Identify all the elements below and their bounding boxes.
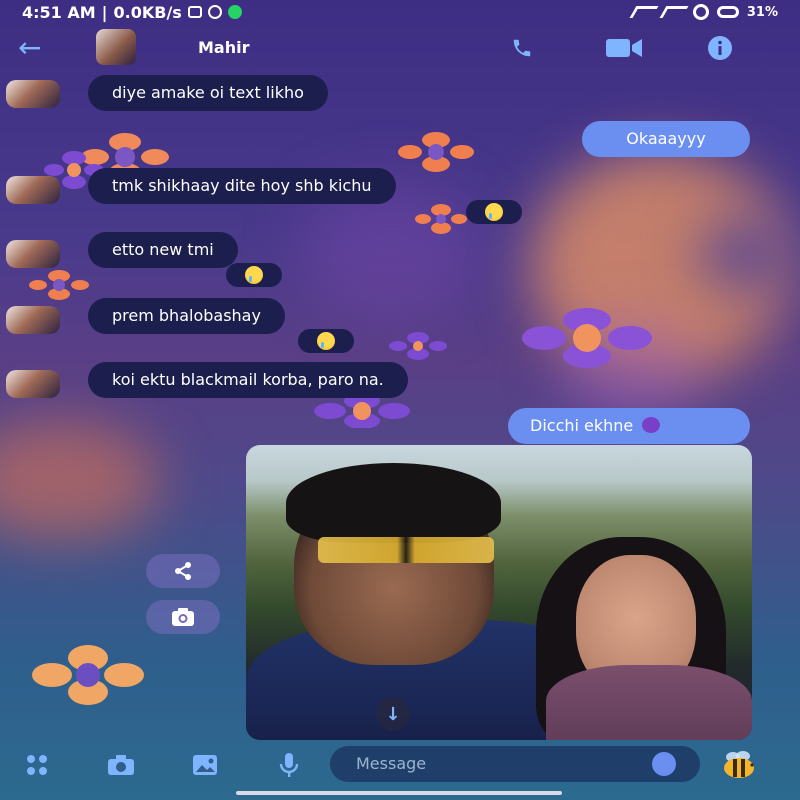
flower-decoration [314, 394, 410, 428]
whatsapp-icon [227, 5, 242, 19]
flower-decoration [415, 204, 467, 234]
wifi-icon [692, 4, 709, 20]
notification-icon [187, 6, 202, 18]
chat-header: ← Mahir [0, 26, 800, 70]
message-composer: Message [0, 744, 800, 784]
contact-name[interactable]: Mahir [198, 38, 249, 57]
sender-avatar[interactable] [6, 80, 60, 108]
flower-decoration [29, 270, 89, 300]
share-icon [175, 562, 191, 580]
sad-tear-emoji-icon [485, 203, 503, 221]
home-indicator[interactable] [236, 791, 562, 795]
battery-percent: 31% [746, 4, 778, 20]
message-bubble-incoming[interactable]: diye amake oi text likho [88, 75, 328, 111]
photo-person-hair [286, 463, 501, 543]
message-text: Dicchi ekhne [530, 416, 634, 435]
network-speed: 0.0KB/s [113, 2, 182, 22]
camera-icon [172, 608, 194, 626]
contact-avatar[interactable] [96, 29, 136, 65]
shared-photo[interactable]: ↓ [246, 445, 752, 740]
message-bubble-outgoing[interactable]: Okaaayyy [582, 121, 750, 157]
back-arrow-icon[interactable]: ← [18, 34, 41, 62]
image-icon[interactable] [188, 748, 222, 782]
menu-dots-icon[interactable] [20, 748, 54, 782]
message-bubble-incoming[interactable]: koi ektu blackmail korba, paro na. [88, 362, 408, 398]
flower-decoration [398, 132, 474, 172]
message-bubble-incoming[interactable]: prem bhalobashay [88, 298, 285, 334]
info-icon[interactable] [704, 32, 736, 64]
signal-icon [629, 6, 659, 18]
sender-avatar[interactable] [6, 370, 60, 398]
sad-tear-emoji-icon [245, 266, 263, 284]
flower-decoration [389, 332, 447, 360]
message-bubble-incoming[interactable]: etto new tmi [88, 232, 238, 268]
message-reaction[interactable] [226, 263, 282, 287]
arrow-down-icon[interactable]: ↓ [376, 697, 410, 731]
flower-decoration [522, 308, 652, 368]
photo-sunglasses [318, 537, 494, 563]
message-reaction[interactable] [298, 329, 354, 353]
smiling-devil-emoji-icon [642, 417, 661, 433]
bee-sticker-icon[interactable] [716, 748, 762, 782]
status-time: 4:51 AM [22, 2, 96, 22]
sender-avatar[interactable] [6, 240, 60, 268]
share-button[interactable] [146, 554, 220, 588]
message-reaction[interactable] [466, 200, 522, 224]
microphone-icon[interactable] [272, 748, 306, 782]
message-bubble-incoming[interactable]: tmk shikhaay dite hoy shb kichu [88, 168, 396, 204]
message-input[interactable]: Message [330, 746, 700, 782]
status-separator: | [101, 2, 108, 22]
video-call-icon[interactable] [598, 32, 650, 64]
flower-decoration [32, 645, 144, 705]
photo-person-2-body [546, 665, 752, 740]
message-placeholder: Message [356, 754, 427, 773]
camera-icon[interactable] [104, 748, 138, 782]
battery-icon [716, 6, 739, 18]
sad-tear-emoji-icon [317, 332, 335, 350]
emoji-icon[interactable] [652, 752, 676, 776]
sender-avatar[interactable] [6, 306, 60, 334]
alarm-icon [207, 5, 222, 19]
camera-save-button[interactable] [146, 600, 220, 634]
phone-icon[interactable] [506, 32, 538, 64]
status-bar: 4:51 AM | 0.0KB/s 31% [0, 0, 800, 24]
message-bubble-outgoing[interactable]: Dicchi ekhne [508, 408, 750, 444]
signal-icon-2 [659, 6, 689, 18]
sender-avatar[interactable] [6, 176, 60, 204]
